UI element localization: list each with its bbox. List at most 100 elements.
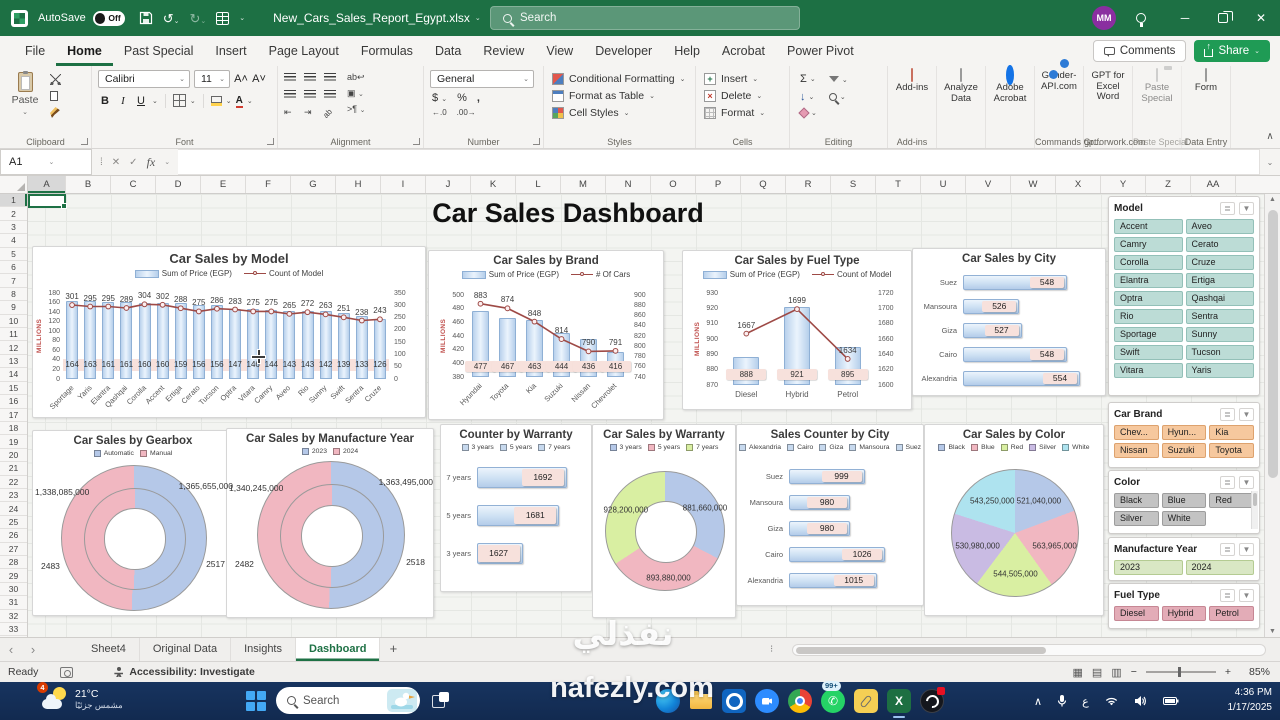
slicer-manufacture-year[interactable]: Manufacture Year ≣ ▼ 2023 2024 xyxy=(1108,537,1260,581)
slicer-item-elantra[interactable]: Elantra xyxy=(1114,273,1183,288)
addin-form[interactable]: Form Data Entry xyxy=(1182,66,1231,148)
clear-button[interactable]: ⌄ xyxy=(798,107,817,119)
enter-icon[interactable]: ✓ xyxy=(129,157,137,168)
increase-decimal-button[interactable]: ←.0 xyxy=(432,108,447,117)
cut-button[interactable] xyxy=(50,74,61,85)
collapse-ribbon-icon[interactable]: ∧ xyxy=(1260,66,1280,148)
column-header-a[interactable]: A xyxy=(28,176,66,193)
cancel-icon[interactable]: ✕ xyxy=(112,157,120,168)
slicer-item-camry[interactable]: Camry xyxy=(1114,237,1183,252)
column-header-e[interactable]: E xyxy=(201,176,246,193)
chart-car-sales-by-gearbox[interactable]: Car Sales by Gearbox Automatic Manual 1,338… xyxy=(32,430,234,616)
menu-tab-help[interactable]: Help xyxy=(663,36,711,66)
slicer-item-white[interactable]: White xyxy=(1161,511,1207,526)
column-header-c[interactable]: C xyxy=(111,176,156,193)
increase-font-icon[interactable]: A˄ xyxy=(234,72,248,87)
row-header-23[interactable]: 23 xyxy=(0,489,27,503)
sheet-tab-dashboard[interactable]: Dashboard xyxy=(296,638,381,661)
sheet-nav-right-icon[interactable]: › xyxy=(22,642,44,657)
row-header-9[interactable]: 9 xyxy=(0,301,27,315)
row-header-1[interactable]: 1 xyxy=(0,194,27,208)
column-header-i[interactable]: I xyxy=(381,176,426,193)
qat-chevron-icon[interactable]: ⌄ xyxy=(239,14,245,22)
row-header-32[interactable]: 32 xyxy=(0,610,27,623)
font-size-select[interactable]: 11 ⌄ xyxy=(194,70,230,88)
addin-gpt-for-excel-word[interactable]: GPT for Excel Word gptforwork.com xyxy=(1084,66,1146,148)
align-top-button[interactable] xyxy=(284,73,296,82)
orientation-button[interactable]: ab xyxy=(321,104,339,122)
underline-button[interactable]: U xyxy=(134,93,148,108)
tray-expand-icon[interactable]: ∧ xyxy=(1034,695,1042,708)
chart-car-sales-by-warranty[interactable]: Car Sales by Warranty 3 years 5 years 7 yea… xyxy=(592,424,736,618)
normal-view-icon[interactable]: ▦ xyxy=(1073,666,1083,679)
format-painter-button[interactable] xyxy=(50,107,60,118)
number-format-select[interactable]: General ⌄ xyxy=(430,70,534,88)
chart-counter-by-warranty[interactable]: Counter by Warranty 3 years 5 years 7 years… xyxy=(440,424,592,592)
sheet-nav-left-icon[interactable]: ‹ xyxy=(0,642,22,657)
clear-filter-icon[interactable]: ▼ xyxy=(1239,201,1254,215)
multiselect-icon[interactable]: ≣ xyxy=(1220,542,1235,556)
sheet-tab-insights[interactable]: Insights xyxy=(231,638,296,661)
chrome-icon[interactable] xyxy=(788,689,812,713)
insert-function-button[interactable]: fx xyxy=(147,155,156,170)
accounting-format-button[interactable]: $ ⌄ xyxy=(432,92,447,104)
row-header-18[interactable]: 18 xyxy=(0,422,27,436)
column-header-g[interactable]: G xyxy=(291,176,336,193)
decrease-font-icon[interactable]: A˅ xyxy=(252,72,266,87)
start-button[interactable] xyxy=(246,691,267,712)
slicer-item-tucson[interactable]: Tucson xyxy=(1185,345,1254,360)
column-header-d[interactable]: D xyxy=(156,176,201,193)
align-middle-button[interactable] xyxy=(304,73,316,82)
slicer-item-accent[interactable]: Accent xyxy=(1114,219,1183,234)
scroll-down-icon[interactable]: ▼ xyxy=(1265,628,1280,635)
slicer-car-brand[interactable]: Car Brand ≣ ▼ Chev... Hyun... Kia Nissan Suzuki… xyxy=(1108,402,1260,468)
row-header-4[interactable]: 4 xyxy=(0,234,27,248)
autosum-button[interactable]: Σ ⌄ xyxy=(800,73,817,85)
wifi-icon[interactable] xyxy=(1104,695,1119,707)
slicer-item-swift[interactable]: Swift xyxy=(1114,345,1183,360)
align-left-button[interactable] xyxy=(284,90,296,99)
chart-car-sales-by-model[interactable]: Car Sales by Model Sum of Price (EGP) Coun… xyxy=(32,246,426,418)
slicer-item-red[interactable]: Red xyxy=(1209,493,1254,508)
slicer-scrollbar[interactable] xyxy=(1251,491,1258,529)
row-header-2[interactable]: 2 xyxy=(0,207,27,221)
paste-button[interactable]: Paste ⌄ xyxy=(6,70,44,134)
chart-car-sales-by-manufacture-year[interactable]: Car Sales by Manufacture Year 2023 2024 1,3… xyxy=(226,428,434,618)
row-header-14[interactable]: 14 xyxy=(0,368,27,382)
format-cells-button[interactable]: Format ⌄ xyxy=(704,104,785,121)
autosave-toggle[interactable]: Off xyxy=(92,10,125,26)
slicer-item-blue[interactable]: Blue xyxy=(1161,493,1207,508)
addin-analyze-data[interactable]: Analyze Data xyxy=(937,66,986,148)
row-header-28[interactable]: 28 xyxy=(0,556,27,570)
column-header-aa[interactable]: AA xyxy=(1191,176,1236,193)
menu-tab-file[interactable]: File xyxy=(14,36,56,66)
align-center-button[interactable] xyxy=(304,90,316,99)
slicer-item-cruze[interactable]: Cruze xyxy=(1185,255,1254,270)
slicer-item-nissan[interactable]: Nissan xyxy=(1114,443,1159,458)
slicer-item-toyota[interactable]: Toyota xyxy=(1209,443,1254,458)
clear-filter-icon[interactable]: ▼ xyxy=(1239,542,1254,556)
delete-cells-button[interactable]: Delete⌄ xyxy=(704,87,785,104)
scroll-thumb[interactable] xyxy=(1268,210,1278,478)
zoom-out-icon[interactable]: − xyxy=(1131,666,1137,678)
menu-tab-formulas[interactable]: Formulas xyxy=(350,36,424,66)
row-header-19[interactable]: 19 xyxy=(0,435,27,449)
slicer-item-ertiga[interactable]: Ertiga xyxy=(1185,273,1254,288)
scroll-up-icon[interactable]: ▲ xyxy=(1265,196,1280,203)
redo-icon[interactable]: ↻⌄ xyxy=(189,12,206,25)
macro-record-icon[interactable] xyxy=(60,666,74,678)
zoom-slider[interactable] xyxy=(1145,667,1216,677)
multiselect-icon[interactable]: ≣ xyxy=(1220,588,1235,602)
row-header-5[interactable]: 5 xyxy=(0,248,27,262)
slicer-model[interactable]: Model ≣ ▼ Accent Aveo Camry Cerato Corolla Cruze… xyxy=(1108,196,1260,396)
row-header-27[interactable]: 27 xyxy=(0,543,27,556)
tab-options-icon[interactable]: ⁝ xyxy=(770,644,773,655)
slicer-item-silver[interactable]: Silver xyxy=(1114,511,1159,526)
slicer-item-black[interactable]: Black xyxy=(1114,493,1159,508)
slicer-item-diesel[interactable]: Diesel xyxy=(1114,606,1159,621)
undo-icon[interactable]: ↺⌄ xyxy=(163,12,180,25)
close-button[interactable]: ✕ xyxy=(1242,0,1280,36)
column-header-p[interactable]: P xyxy=(696,176,741,193)
slicer-item-qashqai[interactable]: Qashqai xyxy=(1185,291,1254,306)
task-view-button[interactable] xyxy=(432,692,449,709)
